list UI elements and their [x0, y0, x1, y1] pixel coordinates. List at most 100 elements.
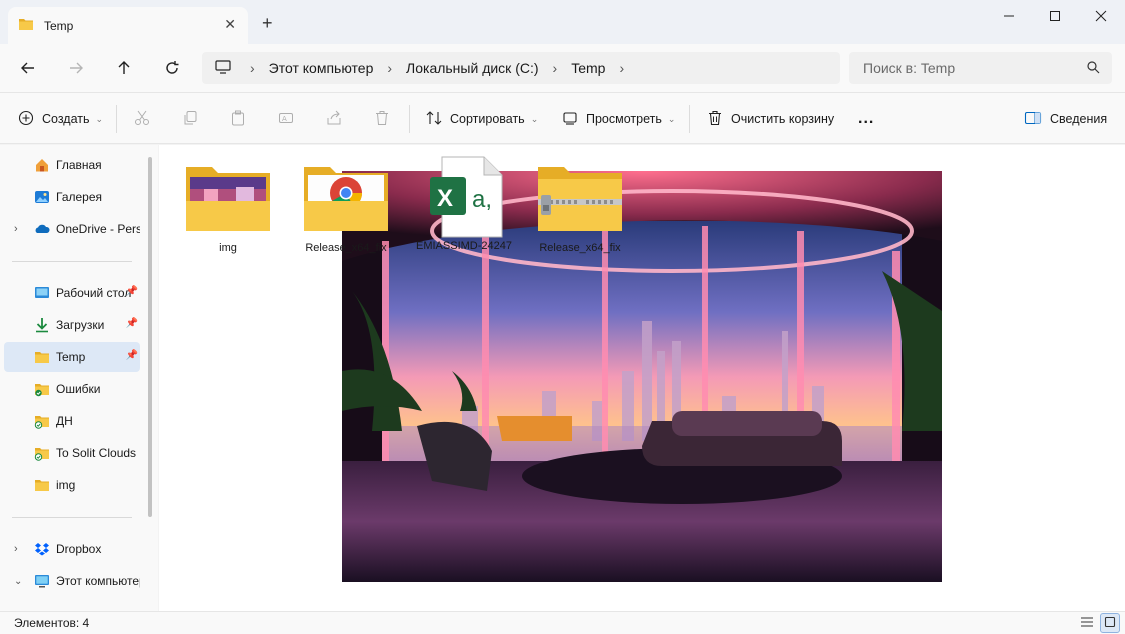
sidebar-item-label: Ошибки	[56, 382, 101, 396]
folder-icon	[18, 17, 34, 34]
details-view-icon	[1080, 616, 1094, 631]
sort-icon	[426, 110, 442, 129]
file-item[interactable]: Release_x64_fix	[291, 161, 401, 254]
file-item[interactable]: Release_x64_fix	[525, 161, 635, 254]
sidebar-item-label: To Solit Clouds	[56, 446, 137, 460]
chevron-right-icon[interactable]: ›	[553, 60, 558, 76]
computer-icon	[34, 573, 50, 589]
tab-temp[interactable]: Temp ✕	[8, 7, 248, 44]
sidebar-divider	[12, 261, 132, 262]
onedrive-icon	[34, 221, 50, 237]
view-button[interactable]: Просмотреть ⌄	[562, 93, 675, 145]
sidebar-divider	[12, 517, 132, 518]
navigation-bar: › Этот компьютер › Локальный диск (C:) ›…	[0, 44, 1125, 92]
details-button[interactable]: Сведения	[1024, 93, 1107, 145]
empty-recycle-bin-button[interactable]: Очистить корзину	[707, 93, 834, 145]
file-list[interactable]: img Release_x64_fix X a, EMIASSIMD-24247…	[159, 145, 1125, 611]
close-icon[interactable]	[1078, 0, 1124, 32]
up-button[interactable]	[108, 52, 140, 84]
pin-icon[interactable]: 📌	[126, 318, 138, 329]
details-view-button[interactable]	[1077, 613, 1097, 633]
refresh-button[interactable]	[156, 52, 188, 84]
sidebar-item-dn[interactable]: ДН	[4, 406, 140, 436]
tab-close-icon[interactable]: ✕	[224, 16, 236, 33]
maximize-icon[interactable]	[1032, 0, 1078, 32]
tab-title: Temp	[44, 18, 74, 33]
breadcrumb-temp[interactable]: Temp	[571, 60, 605, 76]
cut-icon	[134, 110, 150, 129]
chevron-down-icon[interactable]: ⌄	[14, 576, 22, 587]
minimize-icon[interactable]	[986, 0, 1032, 32]
item-count: Элементов: 4	[14, 616, 90, 630]
sidebar-scrollbar[interactable]	[148, 157, 152, 517]
search-icon[interactable]	[1086, 60, 1100, 77]
forward-button[interactable]	[60, 52, 92, 84]
svg-text:a,: a,	[472, 186, 492, 213]
chevron-right-icon[interactable]: ›	[387, 60, 392, 76]
command-bar: Создать ⌄ A Сортировать ⌄ Просмотреть ⌄ …	[0, 92, 1125, 144]
chevron-down-icon: ⌄	[667, 113, 676, 124]
sidebar-item-desktop[interactable]: Рабочий стол 📌	[4, 278, 140, 308]
recycle-bin-icon	[707, 110, 723, 129]
copy-button[interactable]	[182, 93, 198, 145]
chevron-right-icon[interactable]: ›	[250, 60, 255, 76]
view-icon	[562, 110, 578, 129]
rename-button[interactable]: A	[278, 93, 294, 145]
sort-button[interactable]: Сортировать ⌄	[426, 93, 538, 145]
chevron-down-icon: ⌄	[95, 113, 104, 124]
sidebar-item-dropbox[interactable]: › Dropbox	[4, 534, 140, 564]
dropbox-icon	[34, 541, 50, 557]
sidebar-item-onedrive[interactable]: › OneDrive - Personal	[4, 214, 140, 244]
chevron-right-icon[interactable]: ›	[619, 60, 624, 76]
large-icons-view-button[interactable]	[1100, 613, 1120, 633]
desktop-icon	[34, 285, 50, 301]
details-pane-icon	[1024, 110, 1042, 129]
sort-label: Сортировать	[450, 112, 525, 126]
address-bar[interactable]: › Этот компьютер › Локальный диск (C:) ›…	[202, 52, 840, 84]
share-button[interactable]	[326, 93, 342, 145]
folder-synced-icon	[34, 381, 50, 397]
sidebar-item-this-pc[interactable]: ⌄ Этот компьютер	[4, 566, 140, 596]
sidebar-item-temp[interactable]: Temp 📌	[4, 342, 140, 372]
pin-icon[interactable]: 📌	[126, 350, 138, 361]
delete-icon	[374, 110, 390, 129]
create-button[interactable]: Создать ⌄	[18, 93, 103, 145]
downloads-icon	[34, 317, 50, 333]
back-button[interactable]	[12, 52, 44, 84]
sidebar-item-home[interactable]: Главная	[4, 150, 140, 180]
paste-icon	[230, 110, 246, 129]
chevron-right-icon[interactable]: ›	[14, 543, 18, 555]
chevron-right-icon[interactable]: ›	[14, 223, 18, 235]
more-options-button[interactable]: ...	[858, 93, 874, 145]
breadcrumb-local-disk[interactable]: Локальный диск (C:)	[406, 60, 539, 76]
breadcrumb-this-pc[interactable]: Этот компьютер	[269, 60, 374, 76]
file-item[interactable]: img	[173, 161, 283, 254]
file-name: Release_x64_fix	[305, 242, 387, 254]
sidebar-item-to-solit-clouds[interactable]: To Solit Clouds	[4, 438, 140, 468]
rename-icon: A	[278, 110, 294, 129]
sidebar-item-img[interactable]: img	[4, 470, 140, 500]
folder-with-image-thumbnail	[184, 167, 272, 236]
folder-with-chrome-icon	[302, 167, 390, 236]
search-input[interactable]: Поиск в: Temp	[849, 52, 1112, 84]
view-label: Просмотреть	[586, 112, 662, 126]
sidebar-item-downloads[interactable]: Загрузки 📌	[4, 310, 140, 340]
empty-bin-label: Очистить корзину	[731, 112, 835, 126]
pin-icon[interactable]: 📌	[126, 286, 138, 297]
plus-circle-icon	[18, 110, 34, 129]
navigation-pane: Главная Галерея › OneDrive - Personal Ра…	[0, 145, 158, 611]
sidebar-item-gallery[interactable]: Галерея	[4, 182, 140, 212]
sidebar-item-label: ДН	[56, 414, 73, 428]
folder-synced-icon	[34, 445, 50, 461]
sidebar-item-label: OneDrive - Personal	[56, 222, 140, 236]
delete-button[interactable]	[374, 93, 390, 145]
cut-button[interactable]	[134, 93, 150, 145]
new-tab-button[interactable]: +	[262, 13, 273, 34]
paste-button[interactable]	[230, 93, 246, 145]
sidebar-item-label: img	[56, 478, 76, 492]
toolbar-divider	[409, 105, 410, 133]
toolbar-divider	[689, 105, 690, 133]
file-item[interactable]: X a, EMIASSIMD-24247	[409, 155, 519, 252]
sidebar-item-errors[interactable]: Ошибки	[4, 374, 140, 404]
svg-text:A: A	[282, 115, 287, 123]
